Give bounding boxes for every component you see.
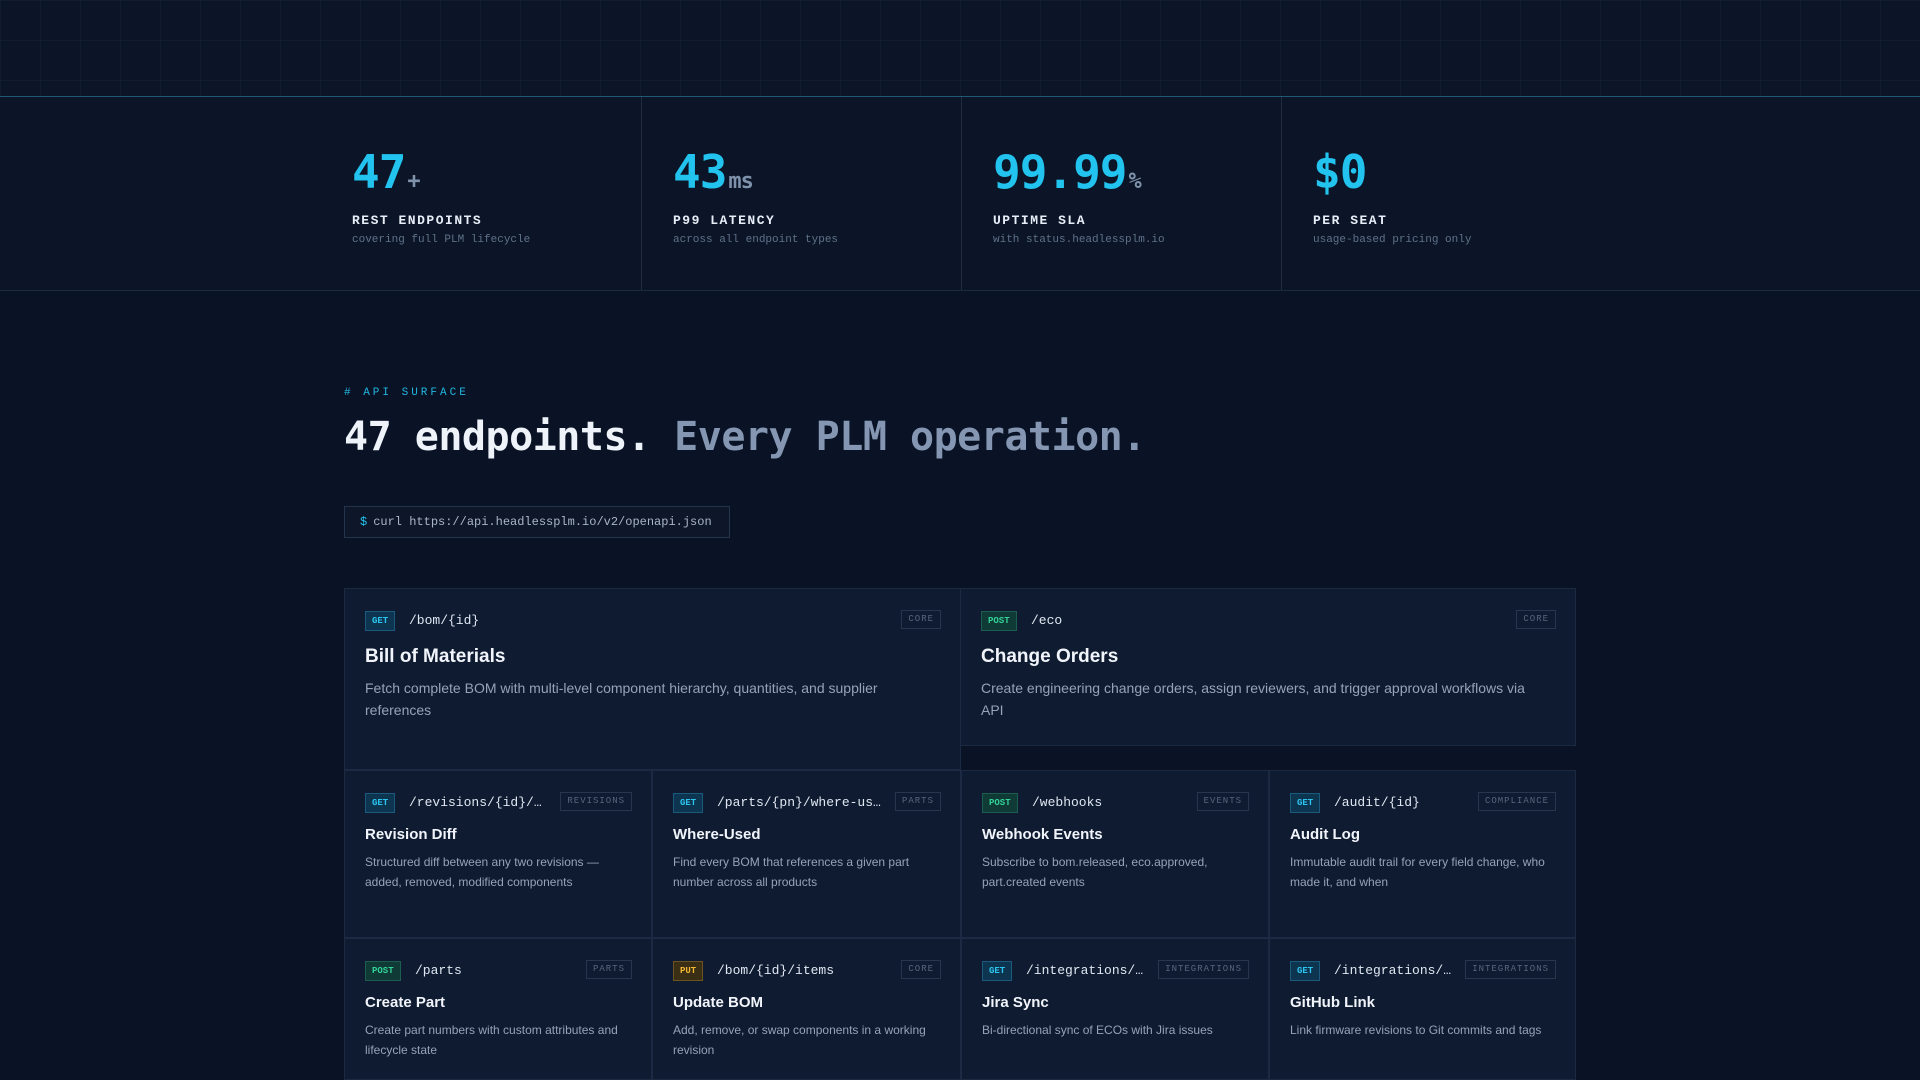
method-badge: POST	[981, 611, 1017, 631]
endpoint-card-eco[interactable]: POST /eco CORE Change Orders Create engi…	[960, 588, 1576, 746]
endpoint-desc: Bi-directional sync of ECOs with Jira is…	[982, 1023, 1213, 1037]
endpoint-card-audit-log[interactable]: GET /audit/{id} COMPLIANCE Audit Log Imm…	[1269, 770, 1576, 938]
endpoint-path: /eco	[1031, 613, 1063, 628]
stat-label: UPTIME SLA	[993, 213, 1087, 228]
endpoint-path: /webhooks	[1032, 795, 1103, 810]
endpoint-title: Where-Used	[673, 826, 761, 843]
endpoint-desc: Structured diff between any two revision…	[365, 855, 599, 889]
stat-unit: %	[1128, 169, 1141, 194]
stat-latency: 43ms P99 LATENCY across all endpoint typ…	[641, 97, 961, 290]
stat-uptime: 99.99% UPTIME SLA with status.headlesspl…	[961, 97, 1281, 290]
category-tag: CORE	[1516, 610, 1556, 629]
method-badge: GET	[982, 961, 1013, 981]
endpoint-desc: Add, remove, or swap components in a wor…	[673, 1023, 926, 1057]
category-tag: REVISIONS	[560, 792, 632, 811]
category-tag: EVENTS	[1196, 792, 1249, 811]
stat-sub: across all endpoint types	[673, 234, 839, 246]
terminal-prompt: $	[360, 515, 368, 529]
stat-value: $0	[1313, 145, 1367, 199]
method-badge: GET	[1290, 793, 1321, 813]
stat-unit: ms	[728, 169, 753, 194]
endpoint-title: Update BOM	[673, 994, 763, 1011]
endpoint-desc: Create part numbers with custom attribut…	[365, 1023, 618, 1057]
category-tag: COMPLIANCE	[1477, 792, 1556, 811]
endpoint-path: /parts/{pn}/where-used	[717, 795, 887, 810]
endpoint-path: /bom/{id}/items	[717, 963, 835, 978]
top-grid-band	[0, 0, 1920, 97]
endpoint-desc: Immutable audit trail for every field ch…	[1290, 855, 1545, 889]
curl-command-box[interactable]: $ curl https://api.headlessplm.io/v2/open…	[344, 506, 730, 538]
method-badge: POST	[365, 961, 401, 981]
endpoint-title: Create Part	[365, 994, 446, 1011]
endpoint-card-where-used[interactable]: GET /parts/{pn}/where-used PARTS Where-U…	[652, 770, 961, 938]
endpoint-card-revision-diff[interactable]: GET /revisions/{id}/di… REVISIONS Revisi…	[344, 770, 652, 938]
endpoint-title: Webhook Events	[982, 826, 1103, 843]
endpoint-path: /audit/{id}	[1334, 795, 1420, 810]
endpoint-desc: Fetch complete BOM with multi-level comp…	[365, 680, 878, 718]
endpoint-card-bom[interactable]: GET /bom/{id} CORE Bill of Materials Fet…	[344, 588, 961, 770]
stat-value: 99.99	[993, 145, 1127, 199]
category-tag: INTEGRATIONS	[1158, 960, 1249, 979]
stats-bar: 47+ REST ENDPOINTS covering full PLM lif…	[0, 97, 1920, 291]
endpoint-title: Revision Diff	[365, 826, 457, 843]
endpoint-card-github-link[interactable]: GET /integrations/gi… INTEGRATIONS GitHu…	[1269, 938, 1576, 1080]
endpoint-path: /integrations/ji…	[1026, 963, 1150, 978]
endpoint-title: Jira Sync	[982, 994, 1049, 1011]
stat-label: P99 LATENCY	[673, 213, 776, 228]
endpoint-desc: Create engineering change orders, assign…	[981, 680, 1525, 718]
endpoint-title: Bill of Materials	[365, 646, 506, 667]
endpoint-desc: Subscribe to bom.released, eco.approved,…	[982, 855, 1208, 889]
category-tag: CORE	[901, 610, 941, 629]
stat-label: REST ENDPOINTS	[352, 213, 483, 228]
page-title: 47 endpoints. Every PLM operation.	[344, 414, 1146, 460]
stat-label: PER SEAT	[1313, 213, 1388, 228]
stat-unit: +	[407, 169, 420, 194]
stat-value: 47	[352, 145, 406, 199]
stat-endpoints: 47+ REST ENDPOINTS covering full PLM lif…	[344, 97, 641, 290]
endpoint-title: GitHub Link	[1290, 994, 1375, 1011]
endpoint-path: /parts	[415, 963, 462, 978]
method-badge: POST	[982, 793, 1018, 813]
curl-command: curl https://api.headlessplm.io/v2/opena…	[373, 515, 712, 529]
headline-secondary: Every PLM operation.	[674, 414, 1146, 460]
endpoint-card-update-bom[interactable]: PUT /bom/{id}/items CORE Update BOM Add,…	[652, 938, 961, 1080]
category-tag: INTEGRATIONS	[1465, 960, 1556, 979]
endpoint-card-create-part[interactable]: POST /parts PARTS Create Part Create par…	[344, 938, 652, 1080]
method-badge: GET	[673, 793, 704, 813]
method-badge: GET	[365, 793, 396, 813]
endpoint-title: Change Orders	[981, 646, 1119, 667]
category-tag: CORE	[901, 960, 941, 979]
stat-value: 43	[673, 145, 727, 199]
endpoint-desc: Link firmware revisions to Git commits a…	[1290, 1023, 1542, 1037]
method-badge: PUT	[673, 961, 704, 981]
method-badge: GET	[1290, 961, 1321, 981]
method-badge: GET	[365, 611, 396, 631]
stat-sub: covering full PLM lifecycle	[352, 234, 531, 246]
endpoint-path: /revisions/{id}/di…	[409, 795, 547, 810]
category-tag: PARTS	[894, 792, 941, 811]
endpoint-desc: Find every BOM that references a given p…	[673, 855, 910, 889]
category-tag: PARTS	[585, 960, 632, 979]
section-tag: # API SURFACE	[344, 387, 469, 399]
endpoint-path: /bom/{id}	[409, 613, 480, 628]
stat-sub: with status.headlessplm.io	[993, 234, 1165, 246]
stat-sub: usage-based pricing only	[1313, 234, 1472, 246]
endpoint-title: Audit Log	[1290, 826, 1360, 843]
headline-primary: 47 endpoints.	[344, 414, 651, 460]
stat-pricing: $0 PER SEAT usage-based pricing only	[1281, 97, 1920, 290]
endpoint-card-jira-sync[interactable]: GET /integrations/ji… INTEGRATIONS Jira …	[961, 938, 1269, 1080]
endpoint-path: /integrations/gi…	[1334, 963, 1458, 978]
endpoint-card-webhooks[interactable]: POST /webhooks EVENTS Webhook Events Sub…	[961, 770, 1269, 938]
